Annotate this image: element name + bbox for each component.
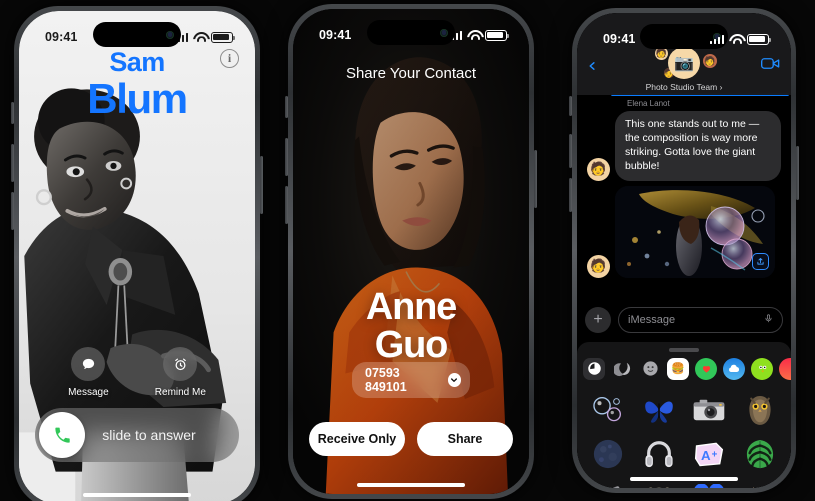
front-camera-icon bbox=[440, 28, 448, 37]
dynamic-island bbox=[93, 22, 181, 47]
sticker-grid: A + bbox=[577, 386, 791, 488]
message-action[interactable]: Message bbox=[68, 347, 109, 398]
share-up-icon[interactable] bbox=[752, 252, 769, 270]
monstera-leaf-sticker[interactable] bbox=[737, 434, 784, 474]
message-bubble-icon bbox=[71, 347, 106, 381]
answer-call-handle[interactable] bbox=[39, 412, 85, 458]
cat-sticker[interactable] bbox=[737, 478, 784, 488]
receive-only-button[interactable]: Receive Only bbox=[309, 422, 405, 456]
telescope-sticker[interactable] bbox=[585, 478, 632, 488]
owl-sticker[interactable] bbox=[737, 390, 784, 430]
message-row: 🧑 This one stands out to me — the compos… bbox=[587, 111, 781, 181]
contact-last-name: Guo bbox=[374, 324, 449, 367]
attachment-image bbox=[615, 185, 775, 278]
camera-sticker[interactable] bbox=[686, 390, 733, 430]
message-sender-name: Elena Lanot bbox=[627, 99, 670, 108]
phone-share-contact: 09:41 Share Your Contact Anne Guo 07593 … bbox=[285, 4, 537, 499]
messages-screen: 🧑 🧑 📷 🧑 Photo Studio Team › 09:41 Elena … bbox=[577, 13, 791, 488]
music-app-icon[interactable] bbox=[779, 357, 791, 380]
phone-messages: 🧑 🧑 📷 🧑 Photo Studio Team › 09:41 Elena … bbox=[569, 8, 799, 493]
remind-me-action[interactable]: Remind Me bbox=[155, 347, 206, 398]
attachment-row: 🧑 bbox=[587, 185, 781, 278]
member-avatar: 🧑 bbox=[702, 53, 718, 69]
microphone-icon[interactable] bbox=[764, 312, 773, 328]
chevron-down-icon bbox=[447, 373, 461, 387]
phone-incoming-call: 09:41 i Sam Blum Message Remind Me slide… bbox=[11, 6, 263, 501]
remind-me-action-label: Remind Me bbox=[154, 387, 206, 398]
call-actions: Message Remind Me bbox=[19, 347, 255, 398]
photo-attachment[interactable] bbox=[615, 185, 775, 278]
incoming-call-screen: 09:41 i Sam Blum Message Remind Me slide… bbox=[19, 11, 255, 501]
health-app-icon[interactable] bbox=[695, 357, 717, 380]
a-plus-sticker[interactable]: A + bbox=[686, 434, 733, 474]
battery-icon bbox=[747, 33, 771, 45]
add-attachment-button[interactable]: + bbox=[585, 307, 611, 333]
message-action-label: Message bbox=[68, 387, 109, 398]
battery-icon bbox=[211, 31, 235, 43]
app-row: 🍔 bbox=[577, 357, 791, 386]
wifi-icon bbox=[193, 32, 206, 42]
bubbles-sticker[interactable] bbox=[585, 390, 632, 430]
home-indicator[interactable] bbox=[357, 483, 465, 487]
home-indicator[interactable] bbox=[630, 477, 738, 481]
language-app-icon[interactable] bbox=[751, 357, 773, 380]
input-bar: + iMessage bbox=[585, 306, 783, 334]
share-contact-screen: 09:41 Share Your Contact Anne Guo 07593 … bbox=[293, 9, 529, 494]
home-indicator[interactable] bbox=[83, 493, 191, 497]
alarm-clock-icon bbox=[163, 347, 198, 381]
group-name: Photo Studio Team › bbox=[645, 82, 723, 92]
headphones-sticker[interactable] bbox=[636, 434, 683, 474]
message-input-placeholder: iMessage bbox=[628, 314, 676, 326]
memoji-app-icon[interactable] bbox=[639, 358, 661, 380]
photos-app-icon[interactable]: 🍔 bbox=[667, 357, 689, 380]
contact-phone-pill[interactable]: 07593 849101 bbox=[352, 362, 470, 398]
drawer-grabber[interactable] bbox=[669, 348, 699, 352]
status-time: 09:41 bbox=[45, 30, 78, 44]
call-info-button[interactable]: i bbox=[220, 49, 239, 68]
message-bubble[interactable]: This one stands out to me — the composit… bbox=[615, 111, 781, 181]
screenshot-stage: 09:41 i Sam Blum Message Remind Me slide… bbox=[0, 0, 815, 501]
svg-text:A: A bbox=[701, 448, 711, 463]
weather-app-icon[interactable] bbox=[723, 357, 745, 380]
sticker-drawer: 🍔 A + bbox=[577, 342, 791, 488]
share-button[interactable]: Share bbox=[417, 422, 513, 456]
wifi-icon bbox=[729, 34, 742, 44]
contact-name: Anne Guo bbox=[293, 288, 529, 366]
status-time: 09:41 bbox=[319, 28, 352, 42]
avatar: 🧑 bbox=[587, 254, 610, 278]
share-contact-buttons: Receive Only Share bbox=[309, 422, 513, 456]
message-input[interactable]: iMessage bbox=[618, 307, 783, 333]
slide-to-answer-slider[interactable]: slide to answer bbox=[35, 408, 239, 462]
battery-icon bbox=[485, 29, 509, 41]
signal-bars-icon bbox=[709, 34, 724, 44]
contact-first-name: Anne bbox=[365, 286, 457, 329]
moon-sticker[interactable] bbox=[585, 434, 632, 474]
butterfly-sticker[interactable] bbox=[636, 390, 683, 430]
svg-text:+: + bbox=[712, 449, 718, 460]
slide-to-answer-label: slide to answer bbox=[102, 427, 196, 443]
avatar: 🧑 bbox=[587, 157, 610, 181]
front-camera-icon bbox=[166, 30, 174, 39]
status-bar: 09:41 bbox=[577, 13, 791, 53]
share-contact-title: Share Your Contact bbox=[345, 65, 477, 82]
wifi-icon bbox=[467, 30, 480, 40]
stickers-app-icon[interactable] bbox=[611, 358, 633, 380]
recents-clock-app-icon[interactable] bbox=[583, 357, 605, 380]
status-time: 09:41 bbox=[603, 32, 636, 46]
message-composer: + iMessage 🍔 A + bbox=[577, 298, 791, 488]
contact-phone-number: 07593 849101 bbox=[365, 366, 407, 394]
dynamic-island bbox=[367, 20, 455, 45]
